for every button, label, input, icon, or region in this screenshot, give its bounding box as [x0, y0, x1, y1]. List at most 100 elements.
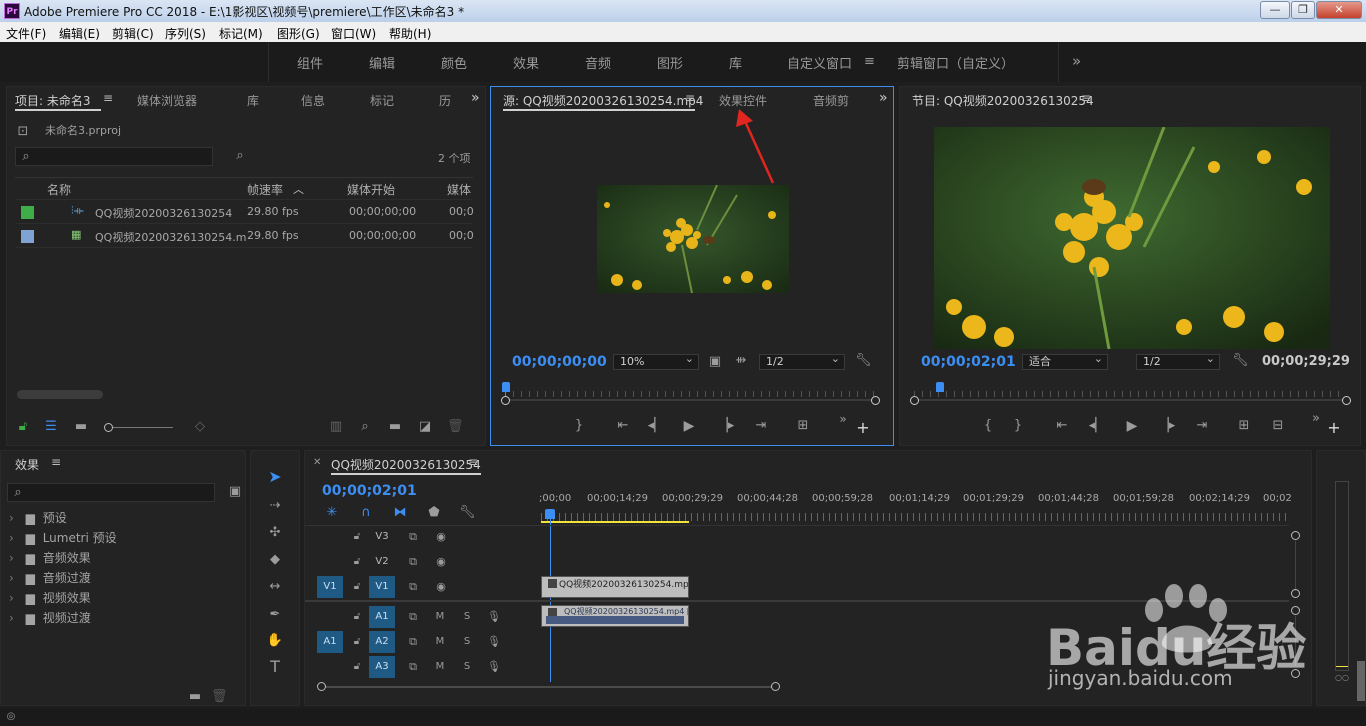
- hscroll-start-handle[interactable]: [317, 682, 326, 691]
- timeline-playhead[interactable]: [545, 509, 555, 519]
- meter-scrollbar[interactable]: [1357, 661, 1365, 701]
- track-a2-label[interactable]: A2: [369, 631, 395, 653]
- mark-out-icon[interactable]: }: [1010, 418, 1026, 434]
- source-timecode[interactable]: 00;00;00;00: [512, 354, 607, 370]
- tab-info[interactable]: 信息: [301, 92, 325, 109]
- extract-icon[interactable]: ⊟: [1268, 418, 1288, 434]
- eye-icon[interactable]: ◉: [433, 529, 449, 545]
- sync-lock-icon[interactable]: ⧉: [405, 529, 421, 545]
- solo-button[interactable]: S: [460, 659, 474, 675]
- project-overflow-icon[interactable]: »: [471, 90, 480, 106]
- nest-icon[interactable]: ✳: [323, 505, 341, 521]
- program-resolution-select[interactable]: 1/2: [1136, 352, 1220, 370]
- razor-tool-icon[interactable]: ◆: [265, 552, 285, 568]
- button-editor-add-icon[interactable]: +: [855, 420, 871, 436]
- hscroll-end-handle[interactable]: [771, 682, 780, 691]
- program-timecode[interactable]: 00;00;02;01: [921, 354, 1016, 370]
- lock-icon[interactable]: 🔓︎: [15, 419, 31, 435]
- close-window-button[interactable]: ✕: [1316, 1, 1362, 19]
- add-marker-icon[interactable]: ⬟: [427, 505, 441, 521]
- timeline-settings-icon[interactable]: 🔧︎: [459, 505, 476, 521]
- sync-lock-icon[interactable]: ⧉: [405, 659, 421, 675]
- solo-meter-icon[interactable]: ○○: [1335, 673, 1349, 682]
- workspace-clip-custom[interactable]: 剪辑窗口（自定义）: [897, 53, 1014, 72]
- video-vscroll-handle[interactable]: [1291, 589, 1300, 598]
- menu-clip[interactable]: 剪辑(C): [112, 25, 154, 42]
- sync-lock-icon[interactable]: ⧉: [405, 609, 421, 625]
- video-vscroll-handle[interactable]: [1291, 531, 1300, 540]
- audio-vscroll-handle[interactable]: [1291, 606, 1300, 615]
- list-view-icon[interactable]: ☰: [43, 419, 59, 435]
- hand-tool-icon[interactable]: ✋: [265, 633, 285, 649]
- new-item-icon[interactable]: ◪: [417, 419, 433, 435]
- eye-icon[interactable]: ◉: [433, 554, 449, 570]
- zoom-slider-handle[interactable]: [104, 423, 113, 432]
- step-back-icon[interactable]: ◂▏: [647, 418, 665, 434]
- eye-icon[interactable]: ◉: [433, 579, 449, 595]
- tab-sequence[interactable]: QQ视频20200326130254: [331, 456, 481, 473]
- go-to-out-icon[interactable]: ⇥: [751, 418, 771, 434]
- video-clip[interactable]: QQ视频20200326130254.mp: [541, 576, 689, 598]
- workspace-libraries[interactable]: 库: [729, 53, 742, 72]
- workspace-graphics[interactable]: 图形: [657, 53, 683, 72]
- lock-track-icon[interactable]: 🔓︎: [351, 609, 363, 625]
- new-bin-icon[interactable]: ▬: [387, 419, 403, 435]
- step-forward-icon[interactable]: ▕▸: [1158, 418, 1176, 434]
- more-buttons-icon[interactable]: »: [1310, 411, 1322, 427]
- program-fit-select[interactable]: 适合: [1022, 352, 1108, 370]
- new-bin-icon[interactable]: ▬: [187, 689, 203, 705]
- ripple-edit-tool-icon[interactable]: ✣: [265, 525, 285, 541]
- workspace-assembly[interactable]: 组件: [297, 53, 323, 72]
- source-patch-a1[interactable]: A1: [317, 631, 343, 653]
- column-frame-rate[interactable]: 帧速率: [247, 181, 283, 198]
- program-title[interactable]: 节目: QQ视频20200326130254: [912, 92, 1094, 109]
- automate-to-sequence-icon[interactable]: ▥: [327, 419, 345, 435]
- label-color-swatch[interactable]: [21, 230, 34, 243]
- mark-out-icon[interactable]: }: [571, 418, 587, 434]
- menu-edit[interactable]: 编辑(E): [59, 25, 100, 42]
- video-audio-divider[interactable]: [305, 600, 1289, 602]
- solo-button[interactable]: S: [460, 634, 474, 650]
- program-time-ruler[interactable]: [914, 399, 1342, 401]
- step-back-icon[interactable]: ◂▏: [1088, 418, 1106, 434]
- workspace-audio[interactable]: 音频: [585, 53, 611, 72]
- tab-libraries[interactable]: 库: [247, 92, 259, 109]
- effects-title[interactable]: 效果: [15, 456, 39, 473]
- icon-view-icon[interactable]: ▬: [73, 419, 89, 435]
- project-row[interactable]: ⫶⟛ QQ视频20200326130254 29.80 fps 00;00;00…: [15, 200, 474, 224]
- more-buttons-icon[interactable]: »: [837, 411, 849, 427]
- timeline-ruler[interactable]: ;00;00 00;00;14;29 00;00;29;29 00;00;44;…: [539, 493, 1292, 509]
- linked-selection-icon[interactable]: ⧓: [391, 505, 409, 521]
- maximize-button[interactable]: ❐: [1291, 1, 1315, 19]
- effects-search-input[interactable]: ⌕: [7, 483, 215, 502]
- source-overflow-icon[interactable]: »: [879, 90, 888, 106]
- effects-tree-item[interactable]: › ▆ 视频效果: [9, 589, 91, 609]
- sync-lock-icon[interactable]: ⧉: [405, 554, 421, 570]
- track-a1-label[interactable]: A1: [369, 606, 395, 628]
- menu-file[interactable]: 文件(F): [6, 25, 46, 42]
- effects-tree-item[interactable]: › ▆ 预设: [9, 509, 67, 529]
- item-name[interactable]: QQ视频20200326130254.m: [95, 229, 247, 245]
- insert-clip-icon[interactable]: ⊞: [793, 418, 813, 434]
- mute-button[interactable]: M: [433, 659, 447, 675]
- tab-project[interactable]: 项目: 未命名3: [15, 92, 91, 109]
- solo-button[interactable]: S: [460, 609, 474, 625]
- audio-vscroll-handle[interactable]: [1291, 669, 1300, 678]
- menu-help[interactable]: 帮助(H): [389, 25, 431, 42]
- pen-tool-icon[interactable]: ✒: [265, 607, 285, 623]
- play-icon[interactable]: ▶: [1124, 418, 1140, 434]
- mute-button[interactable]: M: [433, 609, 447, 625]
- timeline-horizontal-scrollbar[interactable]: [319, 686, 779, 688]
- workspace-custom[interactable]: 自定义窗口: [787, 53, 852, 72]
- wrench-icon[interactable]: 🔧︎: [1232, 353, 1249, 369]
- settings-frame-icon[interactable]: ▣: [707, 354, 723, 370]
- go-to-in-icon[interactable]: ⇤: [613, 418, 633, 434]
- track-select-tool-icon[interactable]: ⇢: [265, 498, 285, 514]
- slip-tool-icon[interactable]: ↔: [265, 579, 285, 595]
- sort-icon[interactable]: ◇: [193, 419, 207, 435]
- button-editor-add-icon[interactable]: +: [1326, 420, 1342, 436]
- audio-clip[interactable]: QQ视频20200326130254.mp4 [A]: [541, 605, 689, 627]
- insert-icon[interactable]: ⇻: [733, 353, 749, 369]
- find-icon[interactable]: ⌕: [357, 419, 373, 435]
- tab-source[interactable]: 源: QQ视频20200326130254.mp4: [503, 92, 703, 109]
